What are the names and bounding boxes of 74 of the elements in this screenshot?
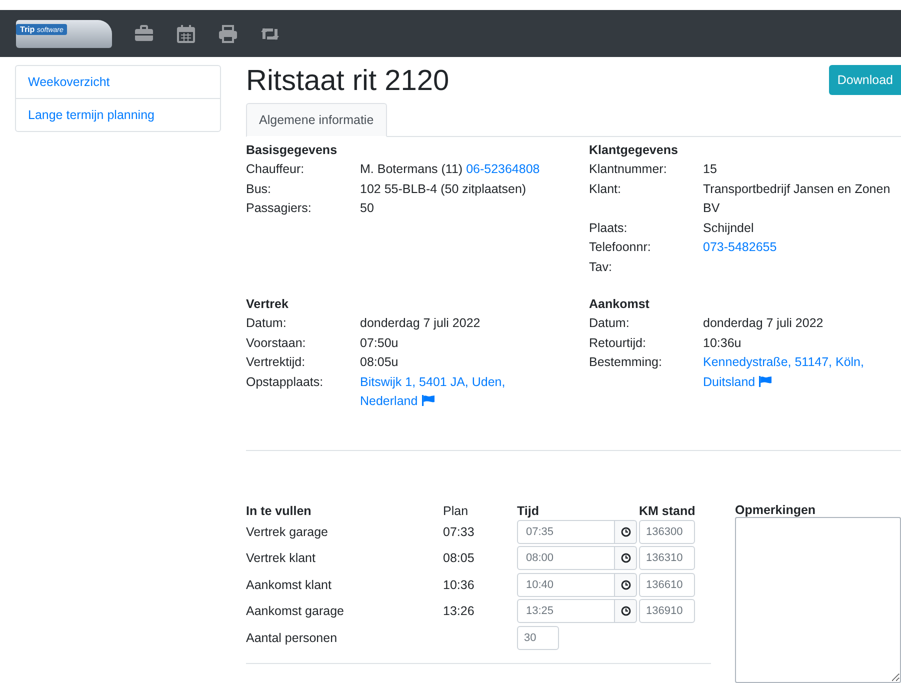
field-label: Klantnummer: [589,161,668,178]
link[interactable]: Bitswijk 1, 5401 JA, Uden, Nederland [360,372,556,412]
phone-link[interactable]: 06-52364808 [466,162,540,176]
field-value: 15 [703,161,718,178]
field-label: Plaats: [589,220,628,236]
link[interactable]: 073-5482655 [703,238,899,258]
plan-time: 07:33 [443,524,476,539]
column-header: In te vullen [246,504,312,518]
clock-icon [620,580,630,590]
calendar-icon[interactable] [176,24,196,44]
field-value: M. Botermans (11) [360,162,464,176]
plan-time: 13:26 [443,604,476,618]
field-label: Chauffeur: [246,161,306,178]
field-label: Tav: [589,258,613,276]
field-label: Opstapplaats: [246,374,324,391]
page-title: Ritstaat rit 2120 [246,65,450,97]
clock-button[interactable] [615,520,637,544]
column-header: Plan [443,504,470,518]
print-icon[interactable] [218,24,238,44]
field-label: Bestemming: [589,354,663,371]
field-value: Schijndel [703,220,755,237]
remarks-label: Opmerkingen [735,502,817,516]
field-value: 08:05u [360,354,400,371]
km-field[interactable]: 136310 [639,546,695,570]
field-value: 07:50u [360,334,400,352]
column-header: Tijd [517,504,540,518]
clock-icon [620,553,630,564]
field-value: 10:36u [703,334,742,352]
row-label: Vertrek garage [246,524,329,539]
field-value: Transportbedrijf Jansen en Zonen BV [703,180,892,217]
field-label: Passagiers: [246,200,312,217]
briefcase-icon[interactable] [134,24,154,44]
row-label: Aankomst klant [246,578,332,592]
section-heading: Klantgegevens [589,142,679,159]
row-label: Aankomst garage [246,604,345,618]
field-label: Datum: [589,315,630,332]
tab[interactable]: Algemene informatie [246,103,387,137]
time-field[interactable]: 10:40 [517,572,615,597]
section-heading: Basisgegevens [246,142,338,159]
field-value: donderdag 7 juli 2022 [360,315,482,332]
plan-time: 10:36 [443,578,476,592]
sidebar-item[interactable]: Lange termijn planning [16,99,220,131]
clock-button[interactable] [615,599,637,624]
section-heading: Aankomst [589,296,650,313]
column-header: KM stand [639,504,696,518]
field-label: Voorstaan: [246,334,307,352]
km-field[interactable]: 136300 [639,520,695,544]
count-field[interactable]: 30 [517,626,559,650]
clock-button[interactable] [615,546,637,570]
row-label: Vertrek klant [246,551,316,566]
plan-time: 08:05 [443,551,476,566]
field-value: 102 55-BLB-4 (50 zitplaatsen) [360,180,528,198]
clock-icon [620,606,630,616]
field-label: Datum: [246,315,288,332]
field-value: 50 [360,200,375,217]
sidebar-item[interactable]: Weekoverzicht [16,66,220,99]
field-value: donderdag 7 juli 2022 [703,315,824,332]
time-field[interactable]: 13:25 [517,599,615,624]
clock-icon [620,526,630,537]
field-label: Telefoonnr: [589,239,652,256]
km-field[interactable]: 136910 [639,599,695,624]
download-button[interactable]: Download [829,65,901,95]
clock-button[interactable] [615,572,637,597]
field-label: Klant: [589,180,622,198]
time-field[interactable]: 08:00 [517,546,615,570]
row-label: Aantal personen [246,630,338,645]
km-field[interactable]: 136610 [639,572,695,597]
field-label: Retourtijd: [589,334,647,352]
remarks-field[interactable] [735,516,901,682]
time-field[interactable]: 07:35 [517,520,615,544]
link[interactable]: Kennedystraße, 51147, Köln, Duitsland [703,353,899,392]
field-label: Vertrektijd: [246,354,306,371]
section-heading: Vertrek [246,296,290,313]
field-label: Bus: [246,180,272,198]
